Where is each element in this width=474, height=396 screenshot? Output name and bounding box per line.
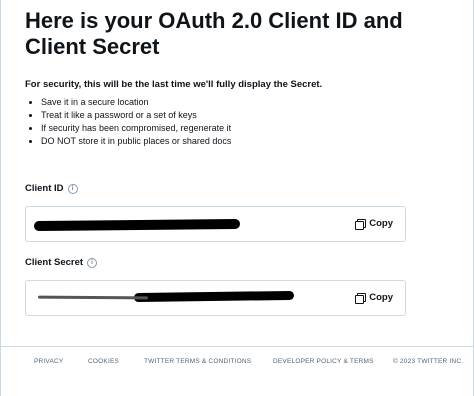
list-item: If security has been compromised, regene… [41,122,231,135]
footer-link-cookies[interactable]: COOKIES [88,358,119,365]
client-id-field[interactable]: Copy [25,206,406,242]
footer-divider [0,346,474,347]
copy-client-id-button[interactable]: Copy [355,218,393,230]
security-tips-list: Save it in a secure location Treat it li… [27,96,231,148]
copy-label: Copy [369,292,393,303]
copy-icon [355,292,367,304]
footer-link-developer-policy[interactable]: DEVELOPER POLICY & TERMS [273,358,374,365]
footer-link-privacy[interactable]: PRIVACY [34,358,63,365]
redaction-mark [133,290,295,303]
footer-copyright: © 2023 TWITTER INC. [393,358,464,365]
client-id-label: Client ID i [25,183,78,194]
list-item: DO NOT store it in public places or shar… [41,135,231,148]
list-item: Save it in a secure location [41,96,231,109]
redaction-mark [37,295,149,300]
footer: PRIVACY COOKIES TWITTER TERMS & CONDITIO… [0,358,474,372]
redaction-mark [33,218,241,232]
info-circle-icon[interactable]: i [87,257,98,268]
copy-label: Copy [369,218,393,229]
client-secret-field[interactable]: Copy [25,280,406,316]
copy-client-secret-button[interactable]: Copy [355,292,393,304]
client-id-label-text: Client ID [25,183,64,194]
client-secret-label: Client Secret i [25,257,98,268]
page-border-left [0,0,1,396]
security-warning: For security, this will be the last time… [25,79,323,90]
info-circle-icon[interactable]: i [67,183,78,194]
page-title: Here is your OAuth 2.0 Client ID and Cli… [25,8,403,59]
copy-icon [355,218,367,230]
client-secret-label-text: Client Secret [25,257,84,268]
footer-link-terms[interactable]: TWITTER TERMS & CONDITIONS [144,358,251,365]
list-item: Treat it like a password or a set of key… [41,109,231,122]
